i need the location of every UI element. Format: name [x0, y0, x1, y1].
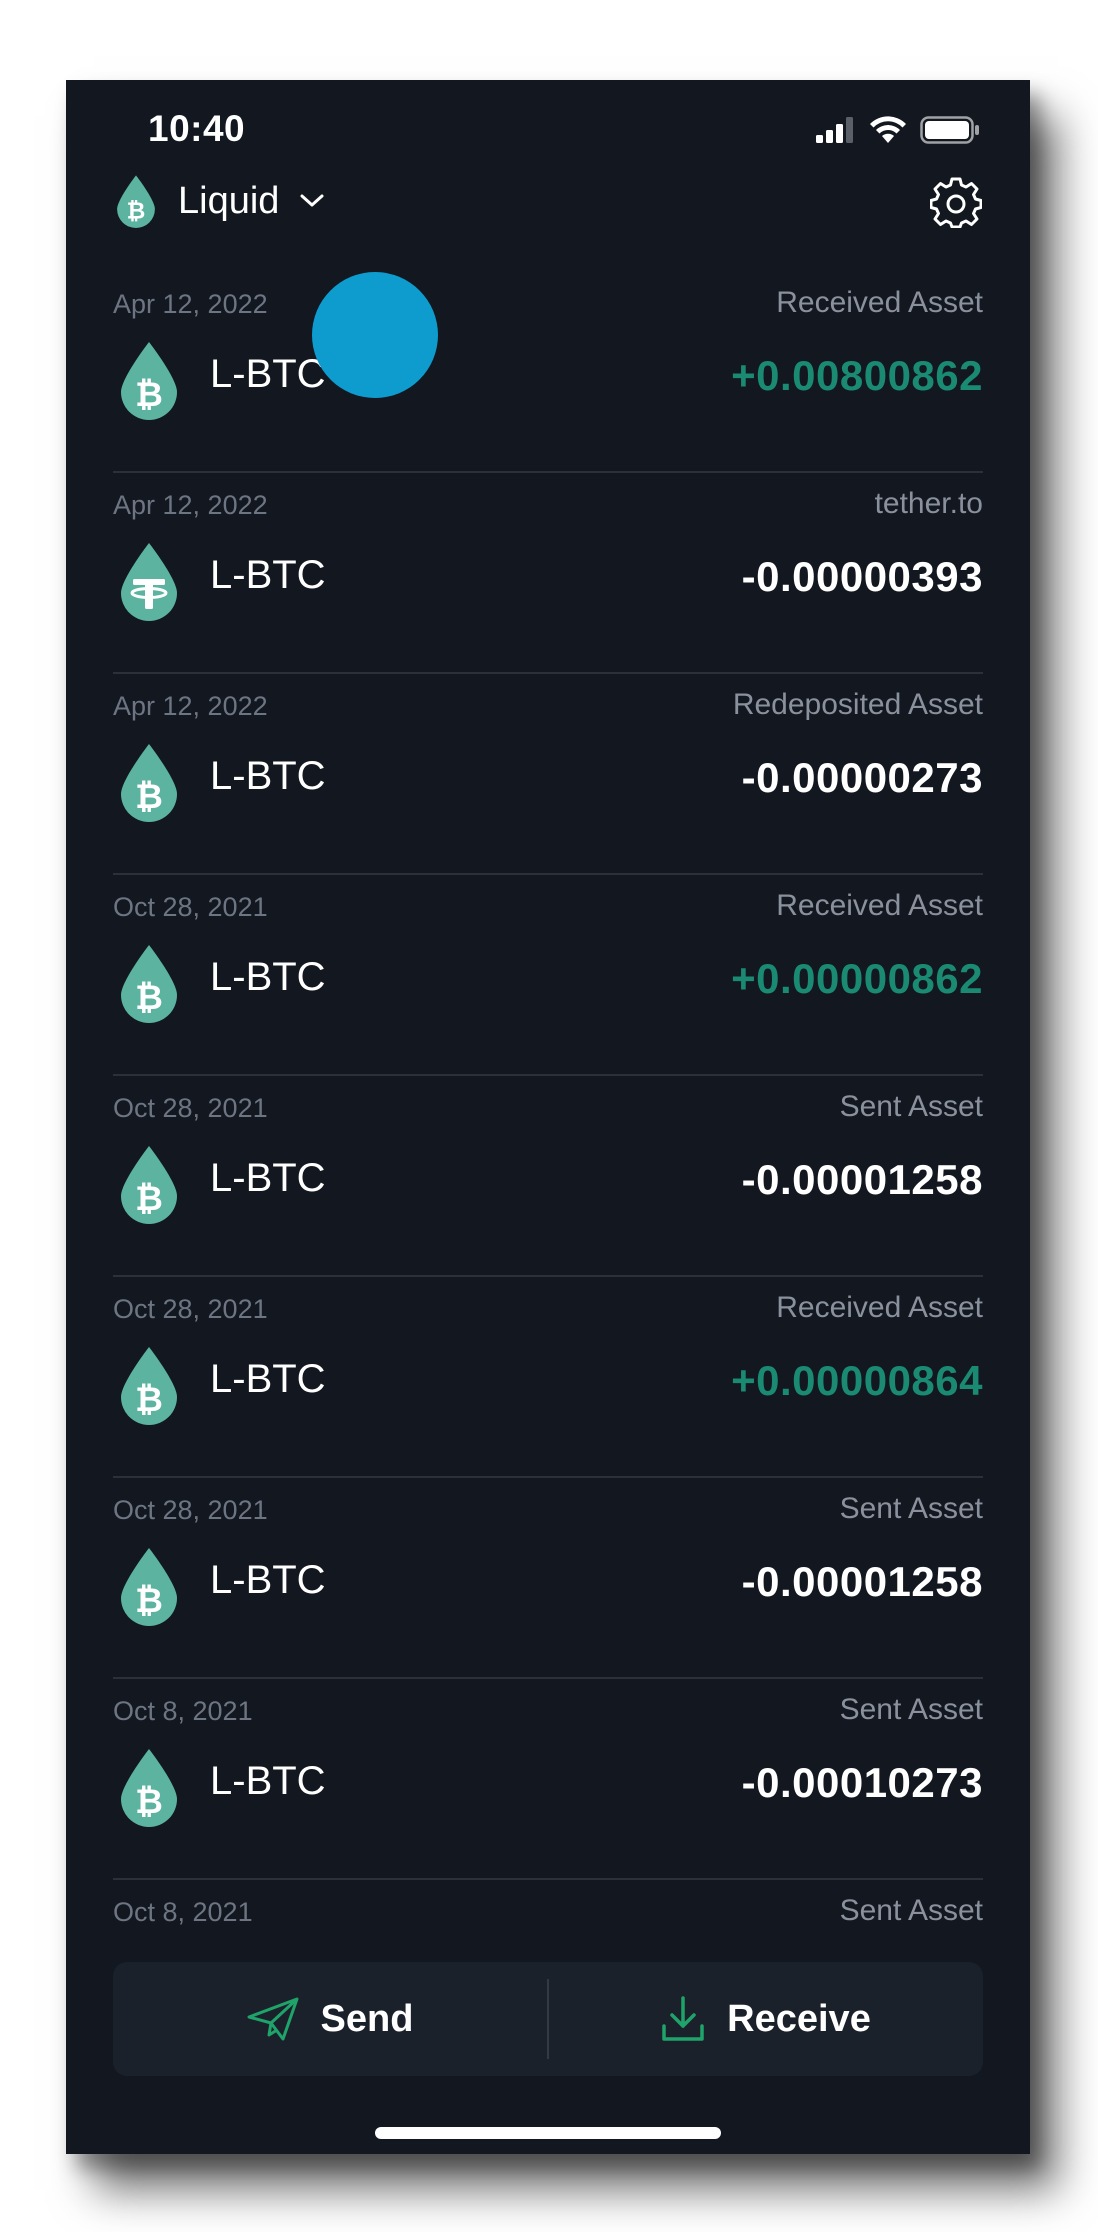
- status-time: 10:40: [148, 108, 246, 149]
- transaction-asset: L-BTC: [210, 352, 326, 396]
- transaction-type: tether.to: [874, 487, 983, 520]
- liquid-bitcoin-drop-icon: ₿: [121, 1146, 177, 1224]
- transaction-asset: L-BTC: [210, 1759, 326, 1803]
- transaction-row[interactable]: Apr 12, 2022 Redeposited Asset ₿ L-BTC -…: [113, 674, 983, 875]
- transaction-asset: L-BTC: [210, 1156, 326, 1200]
- transaction-amount: +0.00000862: [731, 955, 983, 1002]
- transaction-type: Received Asset: [776, 889, 983, 922]
- liquid-bitcoin-drop-icon: ₿: [121, 342, 177, 420]
- transaction-type: Redeposited Asset: [732, 688, 983, 721]
- transaction-type: Sent Asset: [839, 1090, 983, 1123]
- transaction-date: Apr 12, 2022: [113, 691, 268, 721]
- transaction-row[interactable]: Oct 8, 2021 Sent Asset ₿ L-BTC -0.000102…: [113, 1679, 983, 1880]
- svg-text:₿: ₿: [135, 1581, 163, 1621]
- svg-text:₿: ₿: [135, 1782, 163, 1822]
- transaction-row[interactable]: Oct 28, 2021 Received Asset ₿ L-BTC +0.0…: [113, 1277, 983, 1478]
- send-button[interactable]: Send: [113, 1962, 547, 2076]
- transaction-amount: -0.00001258: [741, 1558, 983, 1605]
- transaction-row[interactable]: Oct 28, 2021 Received Asset ₿ L-BTC +0.0…: [113, 875, 983, 1076]
- transaction-amount: -0.00000393: [741, 553, 983, 600]
- status-icons: [816, 116, 980, 144]
- svg-text:₿: ₿: [127, 199, 146, 225]
- transaction-amount: -0.00001258: [741, 1156, 983, 1203]
- liquid-bitcoin-drop-icon: ₿: [121, 1347, 177, 1425]
- transaction-asset: L-BTC: [210, 955, 326, 999]
- chevron-down-icon: [300, 194, 324, 207]
- transaction-row[interactable]: Apr 12, 2022 tether.to L-BTC -0.00000393: [113, 473, 983, 674]
- action-bar: Send Receive: [113, 1962, 983, 2076]
- receive-label: Receive: [727, 1997, 871, 2040]
- svg-text:₿: ₿: [135, 1179, 163, 1219]
- transaction-asset: L-BTC: [210, 1558, 326, 1602]
- svg-text:₿: ₿: [135, 1380, 163, 1420]
- touch-indicator: [312, 272, 438, 398]
- send-label: Send: [320, 1997, 414, 2040]
- transaction-row[interactable]: Oct 28, 2021 Sent Asset ₿ L-BTC -0.00001…: [113, 1478, 983, 1679]
- transaction-amount: -0.00000273: [741, 754, 983, 801]
- transaction-date: Oct 28, 2021: [113, 892, 268, 922]
- liquid-bitcoin-drop-icon: ₿: [121, 945, 177, 1023]
- transaction-type: Sent Asset: [839, 1894, 983, 1927]
- liquid-bitcoin-drop-icon: ₿: [117, 175, 155, 228]
- wifi-icon: [870, 116, 906, 143]
- settings-button[interactable]: [929, 176, 983, 229]
- svg-text:₿: ₿: [135, 978, 163, 1018]
- wallet-name: Liquid: [178, 179, 280, 222]
- phone-screen: 10:40 ₿ Liquid Apr 12, 2022 Received Ass…: [66, 80, 1030, 2154]
- liquid-bitcoin-drop-icon: ₿: [121, 1749, 177, 1827]
- transaction-date: Apr 12, 2022: [113, 490, 268, 520]
- transaction-date: Oct 28, 2021: [113, 1495, 268, 1525]
- transaction-date: Oct 28, 2021: [113, 1093, 268, 1123]
- battery-icon: [920, 116, 979, 144]
- cellular-signal-icon: [816, 117, 853, 143]
- transaction-date: Oct 28, 2021: [113, 1294, 268, 1324]
- gear-icon: [929, 177, 983, 229]
- transaction-asset: L-BTC: [210, 553, 326, 597]
- tether-drop-icon: [121, 543, 177, 621]
- paper-plane-icon: [247, 1997, 299, 2041]
- svg-text:₿: ₿: [135, 777, 163, 817]
- transaction-date: Oct 8, 2021: [113, 1897, 253, 1927]
- transaction-type: Sent Asset: [839, 1492, 983, 1525]
- transaction-type: Received Asset: [776, 286, 983, 319]
- wallet-switcher[interactable]: ₿ Liquid: [114, 174, 325, 228]
- transaction-row[interactable]: Oct 28, 2021 Sent Asset ₿ L-BTC -0.00001…: [113, 1076, 983, 1277]
- transaction-type: Received Asset: [776, 1291, 983, 1324]
- transaction-date: Oct 8, 2021: [113, 1696, 253, 1726]
- transaction-row[interactable]: Apr 12, 2022 Received Asset ₿ L-BTC +0.0…: [113, 272, 983, 473]
- transaction-amount: +0.00000864: [731, 1357, 983, 1404]
- download-icon: [662, 1996, 704, 2041]
- transaction-date: Apr 12, 2022: [113, 289, 268, 319]
- transaction-asset: L-BTC: [210, 1357, 326, 1401]
- transaction-asset: L-BTC: [210, 754, 326, 798]
- home-indicator[interactable]: [375, 2127, 721, 2139]
- svg-text:₿: ₿: [135, 375, 163, 415]
- transaction-amount: +0.00800862: [731, 352, 983, 399]
- liquid-bitcoin-drop-icon: ₿: [121, 744, 177, 822]
- transaction-amount: -0.00010273: [741, 1759, 983, 1806]
- transaction-type: Sent Asset: [839, 1693, 983, 1726]
- transaction-list[interactable]: Apr 12, 2022 Received Asset ₿ L-BTC +0.0…: [113, 272, 983, 2081]
- liquid-bitcoin-drop-icon: ₿: [121, 1548, 177, 1626]
- receive-button[interactable]: Receive: [549, 1962, 983, 2076]
